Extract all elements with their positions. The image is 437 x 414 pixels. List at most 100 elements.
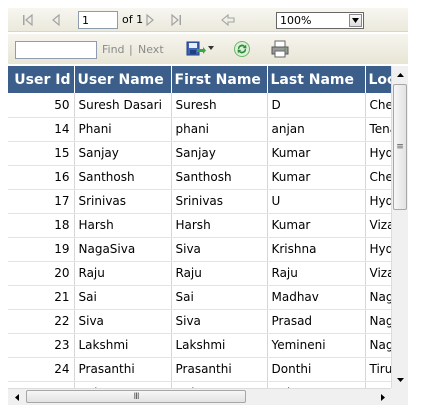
- column-header-first-name: First Name: [171, 66, 268, 93]
- page-count-label: of 1: [122, 13, 144, 26]
- cell-user-name: Prasanthi: [74, 357, 172, 382]
- cell-location: Naga: [365, 309, 391, 334]
- vertical-scroll-thumb[interactable]: ≡: [393, 84, 407, 210]
- column-header-last-name: Last Name: [267, 66, 366, 93]
- cell-location: Pune: [365, 381, 391, 388]
- table-row: 21SaiSaiMadhavNaga: [8, 285, 391, 310]
- cell-last-name: Prasad: [267, 309, 366, 334]
- cell-user-name: Harsh: [74, 213, 172, 238]
- last-page-icon[interactable]: [168, 12, 184, 28]
- cell-first-name: Bala: [171, 381, 268, 388]
- cell-first-name: Sanjay: [171, 141, 268, 166]
- cell-last-name: Kumar: [267, 141, 366, 166]
- column-header-user-id: User Id: [8, 66, 75, 93]
- vertical-scrollbar[interactable]: ≡: [391, 66, 408, 388]
- report-data-grid: User Id User Name First Name Last Name L…: [8, 66, 391, 388]
- cell-first-name: Sai: [171, 285, 268, 310]
- report-toolbar-actions: Find | Next: [8, 34, 408, 64]
- table-row: 14PhaniphanianjanTena: [8, 117, 391, 142]
- find-separator: |: [129, 43, 133, 56]
- export-save-icon[interactable]: [186, 40, 206, 58]
- cell-user-name: Raju: [74, 261, 172, 286]
- column-header-user-name: User Name: [74, 66, 172, 93]
- table-row: 50Suresh DasariSureshDChen: [8, 93, 391, 118]
- cell-last-name: Kumar: [267, 213, 366, 238]
- table-row: 22SivaSivaPrasadNaga: [8, 309, 391, 334]
- cell-first-name: Suresh: [171, 93, 268, 118]
- table-row: 15SanjaySanjayKumarHyde: [8, 141, 391, 166]
- cell-user-id: 17: [8, 189, 75, 214]
- next-page-icon[interactable]: [142, 12, 158, 28]
- cell-first-name: Siva: [171, 237, 268, 262]
- first-page-icon[interactable]: [20, 12, 36, 28]
- table-row: 25BalaBalaRajuPune: [8, 381, 391, 388]
- scroll-left-icon[interactable]: [8, 389, 25, 405]
- grip-icon: ≡: [396, 142, 404, 152]
- cell-location: Hyde: [365, 237, 391, 262]
- cell-last-name: U: [267, 189, 366, 214]
- cell-first-name: phani: [171, 117, 268, 142]
- report-toolbar-navigation: of 1 100%: [8, 8, 408, 32]
- table-row: 16SanthoshSanthoshKumarChen: [8, 165, 391, 190]
- find-input[interactable]: [15, 41, 97, 59]
- table-row: 23LakshmiLakshmiYemineniNaga: [8, 333, 391, 358]
- chevron-down-icon[interactable]: [349, 14, 362, 27]
- cell-user-id: 20: [8, 261, 75, 286]
- cell-user-id: 23: [8, 333, 75, 358]
- cell-location: Naga: [365, 285, 391, 310]
- cell-user-id: 25: [8, 381, 75, 388]
- scrollbar-corner: [391, 388, 408, 405]
- cell-location: Hyde: [365, 141, 391, 166]
- cell-location: Viza: [365, 261, 391, 286]
- cell-user-id: 21: [8, 285, 75, 310]
- scroll-right-icon[interactable]: [374, 389, 391, 405]
- table-row: 20RajuRajuRajuViza: [8, 261, 391, 286]
- zoom-select[interactable]: 100%: [276, 12, 364, 29]
- table-body: 50Suresh DasariSureshDChen14Phaniphanian…: [8, 93, 391, 388]
- zoom-value: 100%: [280, 14, 312, 27]
- cell-user-name: Phani: [74, 117, 172, 142]
- next-link[interactable]: Next: [138, 43, 164, 56]
- cell-last-name: Yemineni: [267, 333, 366, 358]
- column-header-location: Loc: [365, 66, 391, 93]
- cell-last-name: Donthi: [267, 357, 366, 382]
- cell-first-name: Raju: [171, 261, 268, 286]
- cell-first-name: Prasanthi: [171, 357, 268, 382]
- users-table: User Id User Name First Name Last Name L…: [8, 66, 391, 388]
- scroll-down-icon[interactable]: [392, 371, 408, 388]
- horizontal-scrollbar[interactable]: III: [8, 388, 391, 405]
- page-number-input[interactable]: [78, 11, 118, 29]
- cell-location: Tiru: [365, 357, 391, 382]
- find-link[interactable]: Find: [102, 43, 125, 56]
- cell-first-name: Santhosh: [171, 165, 268, 190]
- print-icon[interactable]: [271, 40, 289, 58]
- cell-first-name: Siva: [171, 309, 268, 334]
- cell-last-name: Kumar: [267, 165, 366, 190]
- refresh-icon[interactable]: [233, 40, 251, 58]
- cell-user-name: Suresh Dasari: [74, 93, 172, 118]
- cell-user-name: Siva: [74, 309, 172, 334]
- cell-location: Chen: [365, 165, 391, 190]
- cell-user-name: Sai: [74, 285, 172, 310]
- cell-first-name: Harsh: [171, 213, 268, 238]
- export-dropdown-icon[interactable]: [208, 45, 214, 51]
- back-to-parent-icon[interactable]: [220, 12, 236, 28]
- grip-icon: III: [133, 391, 140, 402]
- previous-page-icon[interactable]: [48, 12, 64, 28]
- horizontal-scroll-thumb[interactable]: III: [26, 390, 246, 403]
- cell-user-id: 19: [8, 237, 75, 262]
- cell-location: Naga: [365, 333, 391, 358]
- scroll-up-icon[interactable]: [392, 66, 408, 83]
- cell-last-name: Krishna: [267, 237, 366, 262]
- table-row: 18HarshHarshKumarViza: [8, 213, 391, 238]
- cell-location: Hyde: [365, 189, 391, 214]
- cell-user-id: 16: [8, 165, 75, 190]
- cell-user-name: Santhosh: [74, 165, 172, 190]
- cell-last-name: Raju: [267, 261, 366, 286]
- cell-user-name: Sanjay: [74, 141, 172, 166]
- cell-location: Chen: [365, 93, 391, 118]
- cell-location: Tena: [365, 117, 391, 142]
- cell-user-name: Bala: [74, 381, 172, 388]
- cell-user-name: Lakshmi: [74, 333, 172, 358]
- cell-last-name: Madhav: [267, 285, 366, 310]
